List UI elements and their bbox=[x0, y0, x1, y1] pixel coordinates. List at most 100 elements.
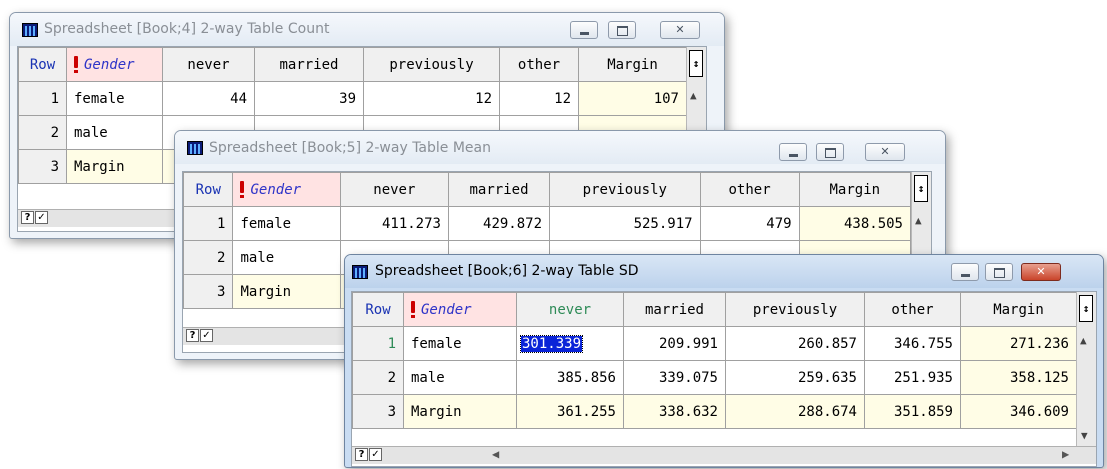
row-header-title[interactable]: Row bbox=[352, 292, 404, 327]
pin-icon[interactable]: ↕ bbox=[914, 175, 928, 202]
scroll-down-icon[interactable]: ▼ bbox=[1081, 429, 1088, 442]
cell[interactable]: 259.635 bbox=[725, 360, 865, 395]
row-number[interactable]: 2 bbox=[18, 115, 67, 150]
help-button[interactable]: ? bbox=[355, 448, 368, 461]
selected-cell-text: 301.339 bbox=[519, 334, 584, 353]
cell[interactable]: 39 bbox=[254, 81, 364, 116]
close-button[interactable]: ✕ bbox=[1021, 263, 1061, 281]
row-number[interactable]: 3 bbox=[18, 149, 67, 184]
pin-icon[interactable]: ↕ bbox=[689, 50, 703, 77]
close-button[interactable]: ✕ bbox=[660, 21, 700, 39]
column-header-never[interactable]: never bbox=[339, 172, 449, 207]
check-button[interactable]: ✓ bbox=[35, 211, 48, 224]
scroll-up-icon[interactable]: ▲ bbox=[690, 89, 697, 102]
cell[interactable]: 251.935 bbox=[864, 360, 961, 395]
row-number[interactable]: 1 bbox=[352, 326, 404, 361]
cell[interactable]: 288.674 bbox=[725, 394, 865, 429]
margin-cell[interactable]: 107 bbox=[578, 81, 687, 116]
help-button[interactable]: ? bbox=[21, 211, 34, 224]
row-number[interactable]: 2 bbox=[352, 360, 404, 395]
titlebar[interactable]: Spreadsheet [Book;6] 2-way Table SD ✕ bbox=[345, 255, 1103, 288]
column-header-previously[interactable]: previously bbox=[363, 47, 500, 82]
margin-cell[interactable]: 346.609 bbox=[960, 394, 1077, 429]
row-label[interactable]: female bbox=[403, 326, 517, 361]
column-header-label: Gender bbox=[250, 181, 302, 198]
spreadsheet-icon bbox=[187, 141, 203, 155]
cell[interactable]: 209.991 bbox=[623, 326, 726, 361]
margin-cell[interactable]: 271.236 bbox=[960, 326, 1077, 361]
maximize-button[interactable] bbox=[608, 21, 636, 39]
row-label[interactable]: female bbox=[232, 206, 341, 241]
cell[interactable]: 385.856 bbox=[516, 360, 624, 395]
scroll-up-icon[interactable]: ▲ bbox=[915, 214, 922, 227]
cell[interactable]: 338.632 bbox=[623, 394, 726, 429]
pin-icon[interactable]: ↕ bbox=[1079, 295, 1093, 322]
titlebar[interactable]: Spreadsheet [Book;4] 2-way Table Count ✕ bbox=[10, 13, 724, 46]
column-header-married[interactable]: married bbox=[254, 47, 364, 82]
cell[interactable]: 12 bbox=[363, 81, 500, 116]
minimize-button[interactable] bbox=[779, 143, 807, 161]
spreadsheet-grid-area[interactable]: Row Gender never married previously othe… bbox=[351, 291, 1097, 467]
cell[interactable]: 351.859 bbox=[864, 394, 961, 429]
cell[interactable]: 260.857 bbox=[725, 326, 865, 361]
row-label[interactable]: female bbox=[66, 81, 163, 116]
cell[interactable]: 339.075 bbox=[623, 360, 726, 395]
row-label[interactable]: male bbox=[66, 115, 163, 150]
row-number[interactable]: 1 bbox=[18, 81, 67, 116]
cell[interactable]: 44 bbox=[162, 81, 255, 116]
check-button[interactable]: ✓ bbox=[200, 329, 213, 342]
column-header-gender[interactable]: Gender bbox=[403, 292, 517, 327]
selected-cell[interactable]: 301.339 bbox=[516, 326, 624, 361]
close-button[interactable]: ✕ bbox=[865, 143, 905, 161]
row-number[interactable]: 2 bbox=[183, 240, 234, 275]
minimize-button[interactable] bbox=[951, 263, 979, 281]
margin-cell[interactable]: 358.125 bbox=[960, 360, 1077, 395]
column-header-gender[interactable]: Gender bbox=[66, 47, 163, 82]
cell[interactable]: 479 bbox=[699, 206, 800, 241]
titlebar[interactable]: Spreadsheet [Book;5] 2-way Table Mean ✕ bbox=[175, 131, 945, 164]
row-label[interactable]: Margin bbox=[403, 394, 517, 429]
column-header-other[interactable]: other bbox=[499, 47, 579, 82]
check-button[interactable]: ✓ bbox=[369, 448, 382, 461]
column-header-margin[interactable]: Margin bbox=[960, 292, 1077, 327]
cell[interactable]: 429.872 bbox=[447, 206, 551, 241]
row-label[interactable]: Margin bbox=[232, 274, 341, 309]
column-header-never[interactable]: never bbox=[162, 47, 255, 82]
column-header-married[interactable]: married bbox=[447, 172, 551, 207]
maximize-button[interactable] bbox=[985, 263, 1013, 281]
cell[interactable]: 361.255 bbox=[516, 394, 624, 429]
column-header-other[interactable]: other bbox=[864, 292, 961, 327]
close-icon: ✕ bbox=[675, 23, 685, 36]
minimize-button[interactable] bbox=[570, 21, 598, 39]
row-label[interactable]: male bbox=[232, 240, 341, 275]
row-label[interactable]: male bbox=[403, 360, 517, 395]
table-row: 2 male 385.856 339.075 259.635 251.935 3… bbox=[352, 360, 1077, 395]
row-number[interactable]: 3 bbox=[352, 394, 404, 429]
scroll-left-icon[interactable]: ◀ bbox=[492, 447, 499, 461]
cell[interactable]: 525.917 bbox=[549, 206, 701, 241]
column-header-married[interactable]: married bbox=[623, 292, 726, 327]
row-label[interactable]: Margin bbox=[66, 149, 163, 184]
row-number[interactable]: 3 bbox=[183, 274, 234, 309]
help-button[interactable]: ? bbox=[186, 329, 199, 342]
window-table-sd[interactable]: Spreadsheet [Book;6] 2-way Table SD ✕ Ro… bbox=[344, 254, 1104, 468]
row-header-title[interactable]: Row bbox=[183, 172, 234, 207]
column-header-gender[interactable]: Gender bbox=[232, 172, 341, 207]
row-header-title[interactable]: Row bbox=[18, 47, 67, 82]
cell[interactable]: 346.755 bbox=[864, 326, 961, 361]
scroll-right-icon[interactable]: ▶ bbox=[1062, 447, 1069, 461]
exclamation-icon bbox=[240, 180, 245, 198]
scroll-up-icon[interactable]: ▲ bbox=[1080, 334, 1087, 347]
column-header-never[interactable]: never bbox=[516, 292, 624, 327]
column-header-other[interactable]: other bbox=[699, 172, 800, 207]
cell[interactable]: 411.273 bbox=[339, 206, 449, 241]
column-header-previously[interactable]: previously bbox=[725, 292, 865, 327]
column-header-margin[interactable]: Margin bbox=[578, 47, 687, 82]
column-header-previously[interactable]: previously bbox=[549, 172, 701, 207]
column-header-margin[interactable]: Margin bbox=[798, 172, 912, 207]
row-number[interactable]: 1 bbox=[183, 206, 234, 241]
cell[interactable]: 12 bbox=[499, 81, 579, 116]
margin-cell[interactable]: 438.505 bbox=[798, 206, 912, 241]
maximize-button[interactable] bbox=[816, 143, 844, 161]
vertical-scrollbar[interactable]: ↕ ▲ ▼ bbox=[1076, 292, 1096, 446]
